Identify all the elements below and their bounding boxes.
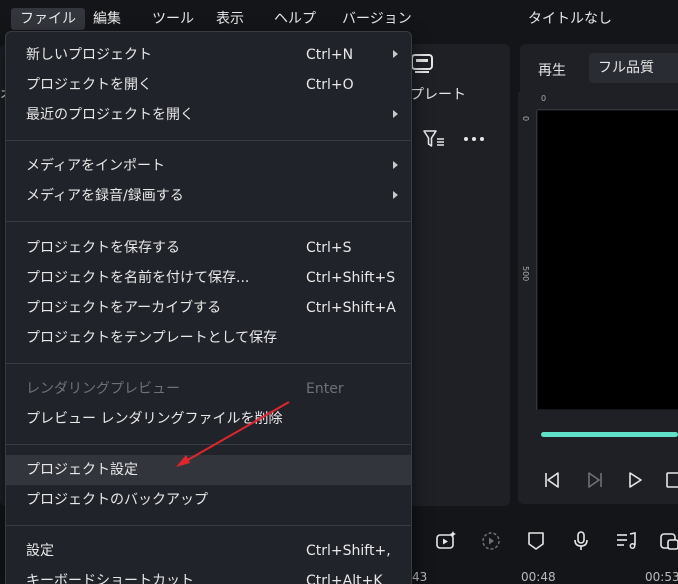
timecode-3: 00:53 bbox=[645, 570, 678, 584]
timecode-1: 43 bbox=[412, 570, 428, 584]
timecode-2: 00:48 bbox=[521, 570, 556, 584]
previous-frame-icon[interactable] bbox=[543, 470, 563, 490]
menu-item-project-backup[interactable]: プロジェクトのバックアップ bbox=[6, 485, 411, 515]
menu-item-shortcut: Ctrl+Shift+A bbox=[306, 300, 396, 316]
menu-item-label: プレビュー レンダリングファイルを削除 bbox=[26, 411, 283, 427]
submenu-arrow-icon bbox=[393, 110, 398, 118]
menu-tools[interactable]: ツール bbox=[143, 8, 203, 30]
menu-item-label: プロジェクトをアーカイブする bbox=[26, 300, 222, 316]
menu-item-project-settings[interactable]: プロジェクト設定 bbox=[6, 455, 411, 485]
window-title: タイトルなし bbox=[528, 11, 612, 27]
menu-item-open-project[interactable]: プロジェクトを開く Ctrl+O bbox=[6, 70, 411, 100]
ruler-h-zero: 0 bbox=[541, 94, 547, 103]
menu-separator bbox=[6, 525, 411, 526]
menu-item-label: プロジェクトをテンプレートとして保存 bbox=[26, 330, 278, 346]
menu-item-label: メディアを録音/録画する bbox=[26, 188, 184, 204]
file-menu-dropdown: 新しいプロジェクト Ctrl+N プロジェクトを開く Ctrl+O 最近のプロジ… bbox=[5, 31, 412, 584]
menu-item-shortcut: Ctrl+S bbox=[306, 240, 352, 256]
quality-select[interactable]: フル品質 bbox=[589, 53, 678, 83]
template-icon[interactable] bbox=[411, 54, 433, 74]
menu-item-record-media[interactable]: メディアを録音/録画する bbox=[6, 181, 411, 211]
menu-separator bbox=[6, 140, 411, 141]
menu-file[interactable]: ファイル bbox=[11, 8, 85, 30]
render-icon[interactable] bbox=[480, 530, 502, 552]
menu-version[interactable]: バージョン bbox=[333, 8, 421, 30]
menu-separator bbox=[6, 363, 411, 364]
ruler-v-zero: 0 bbox=[521, 116, 530, 122]
menu-item-archive-project[interactable]: プロジェクトをアーカイブする Ctrl+Shift+A bbox=[6, 293, 411, 323]
menu-item-recent-projects[interactable]: 最近のプロジェクトを開く bbox=[6, 100, 411, 130]
menu-item-save-as-template[interactable]: プロジェクトをテンプレートとして保存 bbox=[6, 323, 411, 353]
filter-icon[interactable] bbox=[422, 129, 446, 149]
menu-item-label: プロジェクトを保存する bbox=[26, 240, 180, 256]
menu-separator bbox=[6, 221, 411, 222]
menu-item-new-project[interactable]: 新しいプロジェクト Ctrl+N bbox=[6, 40, 411, 70]
ruler-v-500: 500 bbox=[521, 266, 530, 282]
stop-icon[interactable] bbox=[664, 470, 678, 490]
menu-item-label: プロジェクトを名前を付けて保存... bbox=[26, 270, 250, 286]
menu-item-save-as[interactable]: プロジェクトを名前を付けて保存... Ctrl+Shift+S bbox=[6, 263, 411, 293]
menu-item-keyboard-shortcuts[interactable]: キーボードショートカット Ctrl+Alt+K bbox=[6, 566, 411, 584]
video-canvas bbox=[538, 111, 678, 409]
menu-item-delete-render-files[interactable]: プレビュー レンダリングファイルを削除 bbox=[6, 404, 411, 434]
ruler-corner bbox=[518, 92, 537, 110]
menu-item-shortcut: Ctrl+O bbox=[306, 77, 354, 93]
menu-edit[interactable]: 編集 bbox=[84, 8, 130, 30]
vertical-ruler bbox=[518, 110, 537, 410]
submenu-arrow-icon bbox=[393, 161, 398, 169]
menu-item-label: プロジェクトのバックアップ bbox=[26, 492, 208, 508]
menu-item-shortcut: Ctrl+Alt+K bbox=[306, 573, 383, 584]
preview-play-label: 再生 bbox=[538, 63, 566, 79]
menu-item-shortcut: Ctrl+Shift+, bbox=[306, 543, 391, 559]
menu-view[interactable]: 表示 bbox=[207, 8, 253, 30]
menu-item-shortcut: Ctrl+Shift+S bbox=[306, 270, 396, 286]
menu-item-label: プロジェクト設定 bbox=[26, 462, 138, 478]
submenu-arrow-icon bbox=[393, 191, 398, 199]
play-icon[interactable] bbox=[625, 470, 645, 490]
menu-item-label: 設定 bbox=[26, 543, 54, 559]
marker-icon[interactable] bbox=[525, 530, 547, 552]
more-options-icon[interactable] bbox=[462, 129, 486, 149]
menu-item-label: プロジェクトを開く bbox=[26, 77, 152, 93]
media-library-icon[interactable] bbox=[658, 530, 678, 552]
menu-item-label: レンダリングプレビュー bbox=[26, 381, 180, 397]
menu-item-label: メディアをインポート bbox=[26, 158, 166, 174]
menu-help[interactable]: ヘルプ bbox=[265, 8, 325, 30]
menu-item-preferences[interactable]: 設定 Ctrl+Shift+, bbox=[6, 536, 411, 566]
microphone-icon[interactable] bbox=[570, 530, 592, 552]
menu-item-render-preview: レンダリングプレビュー Enter bbox=[6, 374, 411, 404]
ai-video-icon[interactable] bbox=[435, 530, 457, 552]
next-frame-icon[interactable] bbox=[584, 470, 604, 490]
menu-item-shortcut: Enter bbox=[306, 381, 344, 397]
menu-separator bbox=[6, 444, 411, 445]
menu-item-import-media[interactable]: メディアをインポート bbox=[6, 151, 411, 181]
menu-item-label: 最近のプロジェクトを開く bbox=[26, 107, 194, 123]
horizontal-ruler bbox=[537, 92, 678, 110]
menu-item-label: 新しいプロジェクト bbox=[26, 47, 152, 63]
submenu-arrow-icon bbox=[393, 50, 398, 58]
audio-track-icon[interactable] bbox=[615, 530, 637, 552]
menu-item-label: キーボードショートカット bbox=[26, 573, 194, 584]
template-tab-label[interactable]: プレート bbox=[410, 84, 466, 104]
playback-progress-bar[interactable] bbox=[541, 432, 678, 437]
menu-item-shortcut: Ctrl+N bbox=[306, 47, 354, 63]
menu-item-save-project[interactable]: プロジェクトを保存する Ctrl+S bbox=[6, 233, 411, 263]
